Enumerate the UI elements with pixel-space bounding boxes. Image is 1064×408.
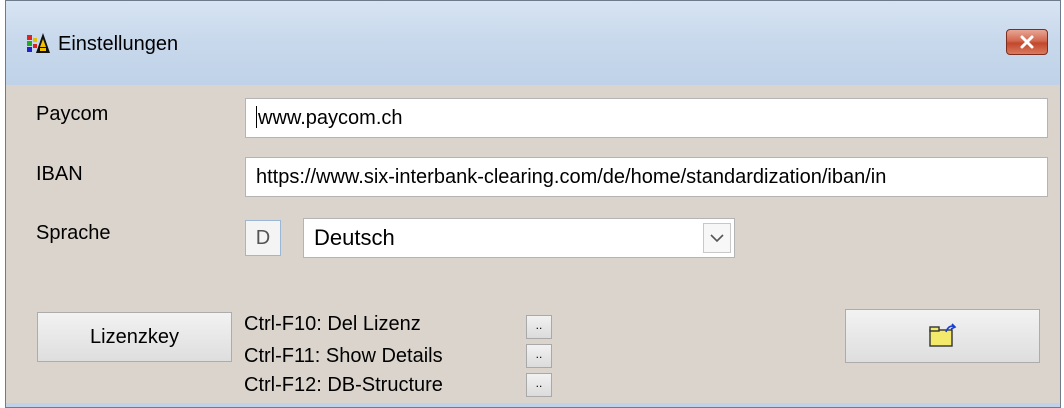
settings-window: Einstellungen Paycom www.paycom.ch IBAN … — [5, 0, 1061, 408]
window-title: Einstellungen — [58, 33, 179, 55]
app-icon — [26, 31, 52, 55]
db-structure-button[interactable]: .. — [526, 373, 552, 397]
close-button[interactable] — [1006, 29, 1048, 55]
window-bottom-border — [6, 403, 1060, 407]
open-folder-button[interactable] — [845, 309, 1040, 363]
iban-value: https://www.six-interbank-clearing.com/d… — [256, 166, 887, 188]
shortcut-del-lizenz-label: Ctrl-F10: Del Lizenz — [244, 313, 421, 335]
close-icon — [1020, 35, 1034, 49]
lizenzkey-button[interactable]: Lizenzkey — [37, 312, 232, 362]
dialog-body: Paycom www.paycom.ch IBAN https://www.si… — [6, 85, 1060, 407]
paycom-input[interactable]: www.paycom.ch — [245, 98, 1048, 138]
paycom-label: Paycom — [36, 103, 109, 125]
iban-input[interactable]: https://www.six-interbank-clearing.com/d… — [245, 157, 1048, 197]
sprache-label: Sprache — [36, 222, 111, 244]
chevron-down-icon[interactable] — [703, 223, 731, 253]
shortcut-show-details-label: Ctrl-F11: Show Details — [244, 345, 443, 367]
shortcut-db-structure-label: Ctrl-F12: DB-Structure — [244, 374, 443, 396]
text-caret — [256, 106, 257, 129]
language-select[interactable]: Deutsch — [303, 218, 735, 258]
open-folder-icon — [929, 323, 957, 347]
language-select-value: Deutsch — [314, 225, 395, 250]
paycom-value: www.paycom.ch — [258, 107, 403, 129]
del-lizenz-button[interactable]: .. — [526, 315, 552, 339]
language-code-box: D — [245, 220, 281, 256]
show-details-button[interactable]: .. — [526, 344, 552, 368]
iban-label: IBAN — [36, 163, 83, 185]
title-bar[interactable]: Einstellungen — [6, 1, 1060, 86]
